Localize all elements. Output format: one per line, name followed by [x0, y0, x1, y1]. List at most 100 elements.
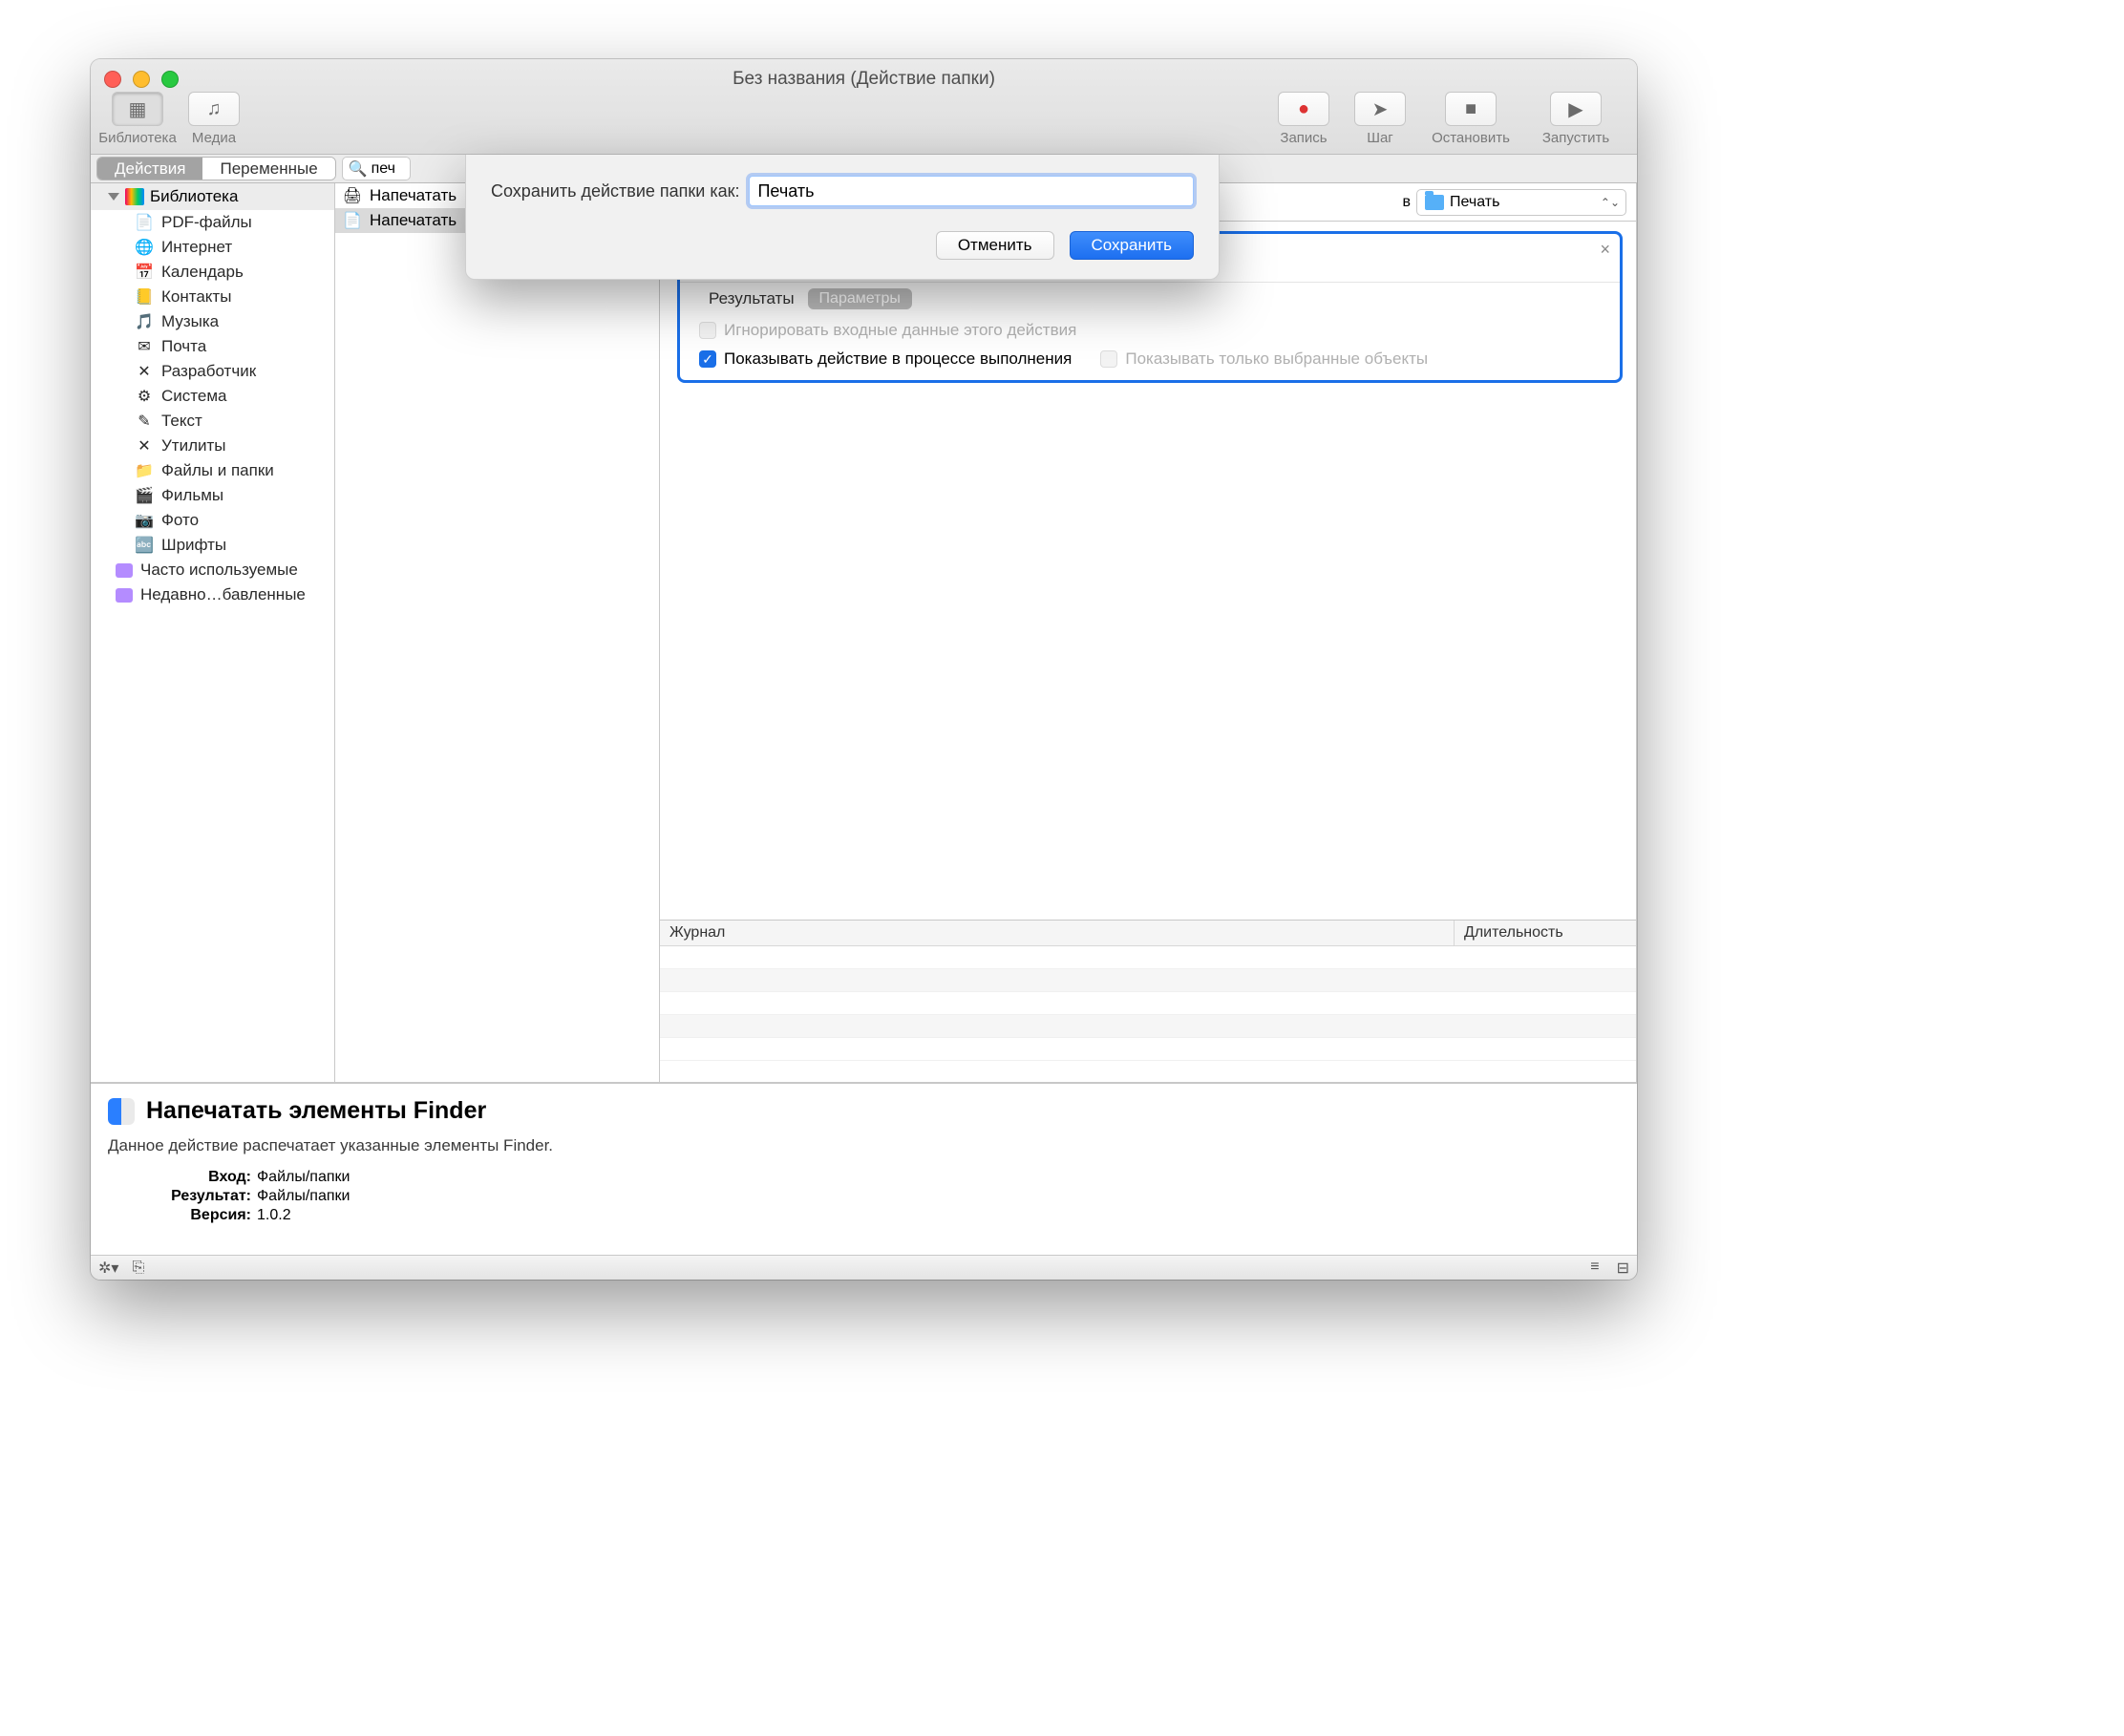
- chevron-updown-icon: ⌃⌄: [1601, 196, 1620, 209]
- library-item-label: Файлы и папки: [161, 461, 274, 480]
- library-item[interactable]: 📁Файлы и папки: [91, 458, 334, 483]
- library-icon: ▦: [129, 97, 147, 121]
- record-icon: ●: [1298, 98, 1309, 120]
- library-root[interactable]: Библиотека: [91, 183, 334, 210]
- category-icon: 📒: [135, 287, 154, 307]
- library-item[interactable]: ✕Утилиты: [91, 434, 334, 458]
- finder-icon: [108, 1098, 135, 1125]
- library-item[interactable]: 🔤Шрифты: [91, 533, 334, 558]
- library-item[interactable]: 🎬 Фильмы: [91, 483, 334, 508]
- category-icon: 🌐: [135, 238, 154, 257]
- tab-actions[interactable]: Действия: [97, 158, 202, 180]
- search-input[interactable]: [372, 160, 408, 178]
- opt-show-selected-label: Показывать только выбранные объекты: [1125, 349, 1428, 369]
- disclosure-icon: [108, 193, 119, 201]
- inbox-icon[interactable]: ⎘: [132, 1260, 144, 1277]
- category-icon: 🎵: [135, 312, 154, 331]
- action-icon: 🖨: [343, 186, 362, 205]
- library-item[interactable]: ⚙ Система: [91, 384, 334, 409]
- library-item-label: PDF-файлы: [161, 213, 252, 232]
- toolbar-media[interactable]: ♫ Медиа: [181, 92, 247, 146]
- toolbar-record[interactable]: ● Запись: [1270, 92, 1337, 146]
- toolbar-library[interactable]: ▦ Библиотека: [104, 92, 171, 146]
- search-icon: 🔍: [349, 159, 368, 179]
- folder-icon: [1425, 195, 1444, 210]
- status-bar: ✲▾ ⎘ ≡ ⊟: [91, 1255, 1637, 1280]
- tab-variables[interactable]: Переменные: [202, 158, 334, 180]
- view-flow-icon[interactable]: ⊟: [1617, 1259, 1629, 1278]
- smart-folder-icon: [116, 588, 133, 603]
- library-item[interactable]: ✕Разработчик: [91, 359, 334, 384]
- category-icon: 📄: [135, 213, 154, 232]
- library-item[interactable]: 📷Фото: [91, 508, 334, 533]
- gear-menu[interactable]: ✲▾: [98, 1259, 118, 1278]
- toolbar-run[interactable]: ▶ Запустить: [1528, 92, 1624, 146]
- library-item[interactable]: 📅 Календарь: [91, 260, 334, 285]
- library-item[interactable]: ✉Почта: [91, 334, 334, 359]
- opt-ignore-input: Игнорировать входные данные этого действ…: [699, 321, 1601, 340]
- smart-folder-item[interactable]: Часто используемые: [91, 558, 334, 582]
- action-info: Напечатать элементы Finder Данное действ…: [91, 1083, 1637, 1255]
- save-sheet: Сохранить действие папки как: Отменить С…: [465, 155, 1220, 280]
- media-icon: ♫: [207, 98, 222, 120]
- library-item-label: Текст: [161, 412, 202, 431]
- view-list-icon[interactable]: ≡: [1590, 1259, 1599, 1278]
- category-icon: 🎬: [135, 486, 154, 505]
- toolbar-stop-label: Остановить: [1432, 130, 1510, 146]
- actions-list: 🖨 Напечатать 📄 Напечатать: [335, 183, 660, 1082]
- checkbox-show-running[interactable]: ✓: [699, 350, 716, 368]
- card-close-button[interactable]: ×: [1600, 240, 1610, 260]
- library-item[interactable]: ✎ Текст: [91, 409, 334, 434]
- toolbar-step[interactable]: ➤ Шаг: [1347, 92, 1413, 146]
- location-suffix: в: [1403, 194, 1412, 211]
- library-item-label: Интернет: [161, 238, 232, 257]
- category-icon: ✎: [135, 412, 154, 431]
- toolbar-run-label: Запустить: [1542, 130, 1609, 146]
- save-filename-input[interactable]: [749, 176, 1194, 206]
- toolbar-step-label: Шаг: [1367, 130, 1393, 146]
- action-icon: 📄: [343, 211, 362, 230]
- toolbar-stop[interactable]: ■ Остановить: [1423, 92, 1519, 146]
- workflow-column: в Печать ⌃⌄ × Напечатать: Принтер по умо…: [660, 183, 1637, 1082]
- smart-folder-item[interactable]: Недавно…бавленные: [91, 582, 334, 607]
- log-table: Журнал Длительность: [660, 920, 1636, 1082]
- main-body: Библиотека 📄 PDF-файлы 🌐 Интернет 📅 Календарь…: [91, 183, 1637, 1083]
- search-field[interactable]: 🔍: [342, 157, 411, 180]
- cancel-button[interactable]: Отменить: [936, 231, 1054, 260]
- titlebar: Без названия (Действие папки) ▦ Библиоте…: [91, 59, 1637, 155]
- action-label: Напечатать: [370, 186, 457, 205]
- library-item-label: Почта: [161, 337, 206, 356]
- toolbar-left: ▦ Библиотека ♫ Медиа: [104, 92, 247, 146]
- library-root-label: Библиотека: [150, 187, 238, 206]
- tab-results[interactable]: Результаты: [709, 289, 795, 308]
- library-item-label: Фото: [161, 511, 199, 530]
- folder-picker[interactable]: Печать ⌃⌄: [1416, 189, 1626, 216]
- library-item[interactable]: 📒Контакты: [91, 285, 334, 309]
- library-item[interactable]: 🌐 Интернет: [91, 235, 334, 260]
- tab-parameters[interactable]: Параметры: [808, 288, 912, 309]
- workflow-canvas[interactable]: × Напечатать: Принтер по умолчанию ⌃⌄ Ре…: [660, 222, 1636, 920]
- library-icon: [125, 188, 144, 205]
- action-label: Напечатать: [370, 211, 457, 230]
- library-item-label: Система: [161, 387, 226, 406]
- library-item-label: Календарь: [161, 263, 244, 282]
- checkbox-icon: [699, 322, 716, 339]
- library-sidebar: Библиотека 📄 PDF-файлы 🌐 Интернет 📅 Календарь…: [91, 183, 335, 1082]
- toolbar-right: ● Запись ➤ Шаг ■ Остановить ▶ Запустить: [1270, 92, 1624, 146]
- opt-show-running-label: Показывать действие в процессе выполнени…: [724, 349, 1072, 369]
- category-icon: ⚙: [135, 387, 154, 406]
- smart-folder-label: Недавно…бавленные: [140, 585, 306, 604]
- log-col-duration[interactable]: Длительность: [1455, 921, 1636, 945]
- library-item[interactable]: 🎵Музыка: [91, 309, 334, 334]
- checkbox-show-selected: [1100, 350, 1117, 368]
- toolbar-record-label: Запись: [1280, 130, 1327, 146]
- log-col-journal[interactable]: Журнал: [660, 921, 1455, 945]
- folder-picker-value: Печать: [1450, 194, 1499, 211]
- library-item-label: Фильмы: [161, 486, 223, 505]
- save-button[interactable]: Сохранить: [1070, 231, 1194, 260]
- library-item[interactable]: 📄 PDF-файлы: [91, 210, 334, 235]
- smart-folder-icon: [116, 563, 133, 578]
- toolbar-media-label: Медиа: [192, 130, 236, 146]
- category-icon: 📅: [135, 263, 154, 282]
- library-item-label: Шрифты: [161, 536, 226, 555]
